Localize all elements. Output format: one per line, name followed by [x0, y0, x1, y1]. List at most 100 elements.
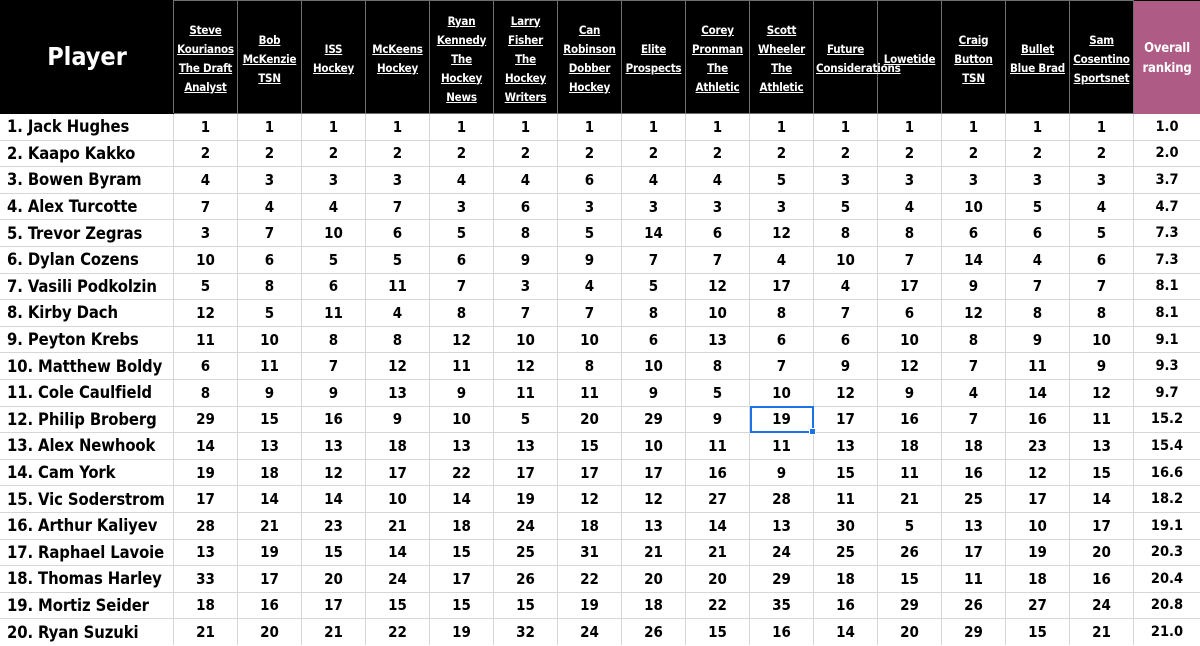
cell-rank-value[interactable]: 1 — [1069, 113, 1134, 141]
cell-rank-value[interactable]: 15 — [877, 565, 942, 593]
column-header-source-4[interactable]: Ryan Kennedy The Hockey News — [429, 0, 494, 114]
cell-rank-value[interactable]: 20 — [685, 565, 750, 593]
cell-rank-value[interactable]: 4 — [429, 166, 494, 194]
cell-rank-value[interactable]: 17 — [877, 272, 942, 301]
cell-rank-value[interactable]: 9 — [941, 272, 1006, 301]
cell-player-name[interactable]: 17. Raphael Lavoie — [0, 538, 174, 567]
cell-rank-value[interactable]: 1 — [557, 113, 622, 141]
cell-rank-value[interactable]: 1 — [749, 113, 814, 141]
cell-rank-value[interactable]: 12 — [429, 325, 494, 354]
cell-rank-value[interactable]: 11 — [685, 432, 750, 460]
cell-rank-value[interactable]: 6 — [557, 166, 622, 194]
cell-rank-value[interactable]: 3 — [429, 192, 494, 221]
cell-rank-value[interactable]: 25 — [493, 538, 558, 567]
cell-rank-value[interactable]: 24 — [365, 565, 430, 593]
column-header-source-5[interactable]: Larry Fisher The Hockey Writers — [493, 0, 558, 114]
cell-rank-value[interactable]: 29 — [173, 405, 238, 434]
cell-rank-value[interactable]: 7 — [429, 272, 494, 301]
cell-rank-value[interactable]: 20 — [237, 618, 302, 646]
cell-rank-value[interactable]: 18 — [621, 591, 686, 620]
cell-overall-ranking[interactable]: 19.1 — [1133, 511, 1200, 540]
cell-rank-value[interactable]: 5 — [301, 245, 366, 274]
cell-rank-value[interactable]: 17 — [621, 458, 686, 487]
cell-rank-value[interactable]: 25 — [941, 485, 1006, 513]
cell-rank-value[interactable]: 2 — [173, 139, 238, 168]
cell-rank-value[interactable]: 6 — [941, 219, 1006, 247]
cell-rank-value[interactable]: 1 — [621, 113, 686, 141]
cell-rank-value[interactable]: 12 — [557, 485, 622, 513]
cell-rank-value[interactable]: 7 — [941, 352, 1006, 380]
cell-rank-value[interactable]: 4 — [813, 272, 878, 301]
cell-rank-value[interactable]: 16 — [301, 405, 366, 434]
cell-rank-value[interactable]: 13 — [621, 511, 686, 540]
cell-rank-value[interactable]: 8 — [621, 299, 686, 327]
cell-player-name[interactable]: 16. Arthur Kaliyev — [0, 511, 174, 540]
cell-rank-value[interactable]: 10 — [429, 405, 494, 434]
cell-rank-value[interactable]: 11 — [813, 485, 878, 513]
cell-rank-value[interactable]: 12 — [493, 352, 558, 380]
cell-rank-value[interactable]: 17 — [813, 405, 878, 434]
cell-rank-value[interactable]: 8 — [749, 299, 814, 327]
cell-rank-value[interactable]: 19 — [429, 618, 494, 646]
cell-rank-value[interactable]: 1 — [493, 113, 558, 141]
cell-rank-value[interactable]: 22 — [365, 618, 430, 646]
cell-overall-ranking[interactable]: 7.3 — [1133, 245, 1200, 274]
cell-rank-value[interactable]: 18 — [813, 565, 878, 593]
cell-rank-value[interactable]: 23 — [301, 511, 366, 540]
cell-rank-value[interactable]: 7 — [749, 352, 814, 380]
cell-rank-value[interactable]: 15 — [237, 405, 302, 434]
cell-rank-value[interactable]: 23 — [1005, 432, 1070, 460]
cell-player-name[interactable]: 5. Trevor Zegras — [0, 219, 174, 247]
cell-rank-value[interactable]: 22 — [429, 458, 494, 487]
cell-rank-value[interactable]: 4 — [173, 166, 238, 194]
cell-rank-value[interactable]: 5 — [237, 299, 302, 327]
cell-rank-value[interactable]: 10 — [557, 325, 622, 354]
cell-rank-value[interactable]: 18 — [173, 591, 238, 620]
cell-rank-value[interactable]: 12 — [749, 219, 814, 247]
cell-rank-value[interactable]: 5 — [813, 192, 878, 221]
cell-rank-value[interactable]: 17 — [173, 485, 238, 513]
cell-rank-value[interactable]: 3 — [813, 166, 878, 194]
cell-rank-value[interactable]: 13 — [493, 432, 558, 460]
cell-rank-value[interactable]: 5 — [749, 166, 814, 194]
cell-rank-value[interactable]: 9 — [1069, 352, 1134, 380]
cell-rank-value[interactable]: 4 — [557, 272, 622, 301]
cell-rank-value[interactable]: 22 — [557, 565, 622, 593]
cell-overall-ranking[interactable]: 9.7 — [1133, 378, 1200, 407]
cell-rank-value[interactable]: 28 — [749, 485, 814, 513]
cell-rank-value[interactable]: 2 — [301, 139, 366, 168]
column-header-source-1[interactable]: Bob McKenzie TSN — [237, 0, 302, 114]
cell-rank-value[interactable]: 11 — [493, 378, 558, 407]
cell-rank-value[interactable]: 3 — [1005, 166, 1070, 194]
cell-rank-value[interactable]: 2 — [557, 139, 622, 168]
cell-rank-value[interactable]: 12 — [173, 299, 238, 327]
cell-rank-value[interactable]: 18 — [365, 432, 430, 460]
cell-rank-value[interactable]: 14 — [301, 485, 366, 513]
cell-rank-value[interactable]: 18 — [557, 511, 622, 540]
cell-rank-value[interactable]: 7 — [877, 245, 942, 274]
column-header-source-9[interactable]: Scott Wheeler The Athletic — [749, 0, 814, 114]
cell-overall-ranking[interactable]: 21.0 — [1133, 618, 1200, 646]
cell-overall-ranking[interactable]: 8.1 — [1133, 299, 1200, 327]
cell-rank-value[interactable]: 35 — [749, 591, 814, 620]
cell-rank-value[interactable]: 14 — [429, 485, 494, 513]
cell-rank-value[interactable]: 5 — [1005, 192, 1070, 221]
cell-rank-value[interactable]: 19 — [173, 458, 238, 487]
cell-rank-value[interactable]: 13 — [365, 378, 430, 407]
cell-player-name[interactable]: 19. Mortiz Seider — [0, 591, 174, 620]
column-header-source-14[interactable]: Sam Cosentino Sportsnet — [1069, 0, 1134, 114]
cell-rank-value[interactable]: 1 — [301, 113, 366, 141]
cell-rank-value[interactable]: 8 — [813, 219, 878, 247]
cell-overall-ranking[interactable]: 9.1 — [1133, 325, 1200, 354]
cell-rank-value[interactable]: 17 — [365, 458, 430, 487]
cell-rank-value[interactable]: 3 — [749, 192, 814, 221]
cell-rank-value[interactable]: 11 — [365, 272, 430, 301]
cell-rank-value[interactable]: 14 — [813, 618, 878, 646]
cell-rank-value[interactable]: 4 — [621, 166, 686, 194]
cell-rank-value[interactable]: 3 — [877, 166, 942, 194]
cell-rank-value[interactable]: 3 — [173, 219, 238, 247]
cell-rank-value[interactable]: 25 — [813, 538, 878, 567]
cell-rank-value[interactable]: 2 — [877, 139, 942, 168]
cell-rank-value[interactable]: 11 — [877, 458, 942, 487]
cell-rank-value[interactable]: 5 — [557, 219, 622, 247]
